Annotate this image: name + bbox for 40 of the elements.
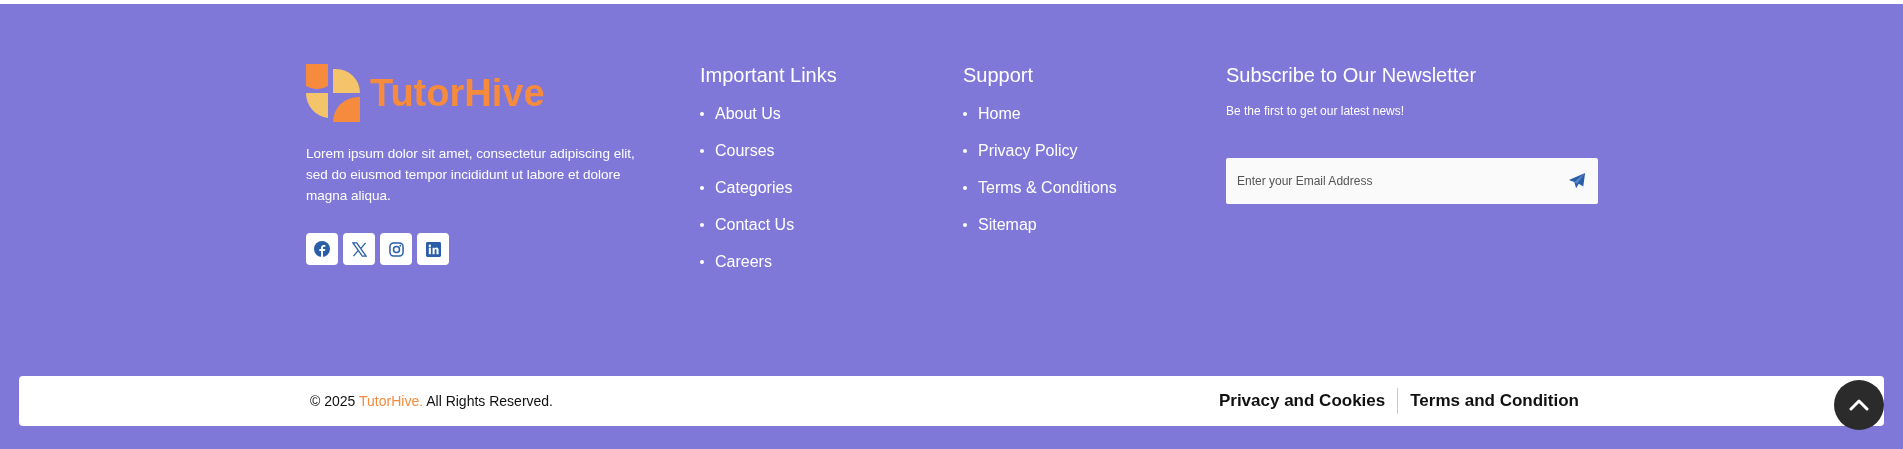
logo-icon xyxy=(306,64,360,122)
legal-link[interactable]: Privacy and Cookies xyxy=(1218,391,1386,411)
newsletter-heading: Subscribe to Our Newsletter xyxy=(1226,63,1478,87)
footer-link[interactable]: Sitemap xyxy=(978,215,1037,234)
brand-description: Lorem ipsum dolor sit amet, consectetur adipiscing elit, sed do eiusmod tempor incididunt ut labore et dolore magna aliqua. xyxy=(306,145,636,205)
send-button[interactable] xyxy=(1568,172,1586,190)
instagram-icon xyxy=(388,241,404,257)
bullet-icon xyxy=(963,222,967,227)
send-icon xyxy=(1568,172,1586,190)
footer-link[interactable]: Terms & Conditions xyxy=(978,178,1117,197)
x-icon xyxy=(351,241,367,257)
facebook-link[interactable] xyxy=(306,233,338,265)
bullet-icon xyxy=(963,185,967,190)
bullet-icon xyxy=(700,148,704,153)
legal-link[interactable]: Terms and Condition xyxy=(1410,391,1579,411)
bullet-icon xyxy=(700,111,704,116)
bullet-icon xyxy=(700,259,704,264)
chevron-up-icon xyxy=(1849,399,1869,411)
footer-link[interactable]: Home xyxy=(978,104,1021,123)
column-heading: Support xyxy=(963,63,1035,87)
newsletter-subtitle: Be the first to get our latest news! xyxy=(1226,104,1406,118)
copyright-text: © 2025 TutorHive. All Rights Reserved. xyxy=(310,393,553,409)
linkedin-icon xyxy=(425,241,441,257)
bullet-icon xyxy=(700,185,704,190)
footer-link[interactable]: Courses xyxy=(715,141,775,160)
email-field[interactable]: Enter your Email Address xyxy=(1226,158,1598,204)
instagram-link[interactable] xyxy=(380,233,412,265)
footer-link[interactable]: About Us xyxy=(715,104,781,123)
facebook-icon xyxy=(314,241,330,257)
x-link[interactable] xyxy=(343,233,375,265)
linkedin-link[interactable] xyxy=(417,233,449,265)
footer-link[interactable]: Careers xyxy=(715,252,772,271)
footer-link[interactable]: Contact Us xyxy=(715,215,795,234)
bullet-icon xyxy=(700,222,704,227)
footer-link[interactable]: Privacy Policy xyxy=(978,141,1078,160)
footer-link[interactable]: Categories xyxy=(715,178,793,197)
bullet-icon xyxy=(963,111,967,116)
scroll-top-button[interactable] xyxy=(1834,380,1884,430)
column-heading: Important Links xyxy=(700,63,838,87)
bullet-icon xyxy=(963,148,967,153)
